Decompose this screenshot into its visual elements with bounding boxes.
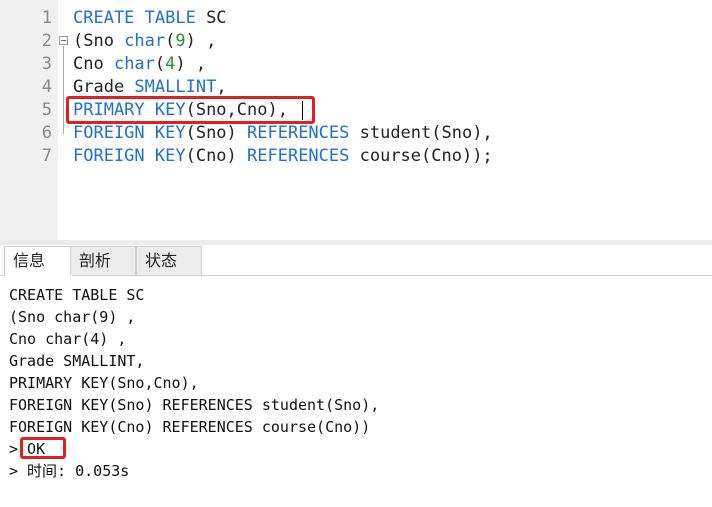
line-number: 6 (41, 123, 52, 143)
fold-collapse-icon[interactable] (59, 36, 68, 45)
output-elapsed-time: > 时间: 0.053s (9, 462, 130, 480)
line-number: 5 (41, 100, 52, 120)
code-line-1: 1 CREATE TABLE SC (0, 7, 712, 29)
line-number: 4 (41, 77, 52, 97)
code-line-7: 7 FOREIGN KEY(Cno) REFERENCES course(Cno… (0, 145, 712, 167)
result-tabbar: 信息 剖析 状态 (0, 245, 712, 276)
output-line-2: (Sno char(9) , (9, 308, 136, 326)
code-text: FOREIGN KEY(Cno) REFERENCES course(Cno))… (73, 146, 493, 166)
tab-profile[interactable]: 剖析 (70, 246, 136, 275)
line-number: 2 (41, 31, 52, 51)
output-line-6: FOREIGN KEY(Sno) REFERENCES student(Sno)… (9, 396, 380, 414)
line-number: 7 (41, 146, 52, 166)
primary-key-highlight-box (66, 96, 315, 124)
code-line-6: 6 FOREIGN KEY(Sno) REFERENCES student(Sn… (0, 122, 712, 144)
output-line-4: Grade SMALLINT, (9, 352, 145, 370)
tab-status[interactable]: 状态 (136, 246, 202, 275)
output-line-1: CREATE TABLE SC (9, 286, 145, 304)
sql-editor[interactable]: 1 CREATE TABLE SC 2 (Sno char(9) , 3 Cno… (0, 0, 712, 240)
output-line-7: FOREIGN KEY(Cno) REFERENCES course(Cno)) (9, 418, 371, 436)
text-caret (302, 101, 303, 120)
code-text: Cno char(4) , (73, 54, 207, 74)
tab-message[interactable]: 信息 (4, 246, 73, 276)
code-line-3: 3 Cno char(4) , (0, 53, 712, 75)
line-number: 3 (41, 54, 52, 74)
ok-highlight-box (20, 437, 66, 459)
output-line-5: PRIMARY KEY(Sno,Cno), (9, 374, 199, 392)
code-text: CREATE TABLE SC (73, 8, 227, 28)
code-line-4: 4 Grade SMALLINT, (0, 76, 712, 98)
code-line-2: 2 (Sno char(9) , (0, 30, 712, 52)
code-text: (Sno char(9) , (73, 31, 217, 51)
code-text: Grade SMALLINT, (73, 77, 227, 97)
line-number: 1 (41, 8, 52, 28)
code-text: FOREIGN KEY(Sno) REFERENCES student(Sno)… (73, 123, 493, 143)
output-line-3: Cno char(4) , (9, 330, 127, 348)
